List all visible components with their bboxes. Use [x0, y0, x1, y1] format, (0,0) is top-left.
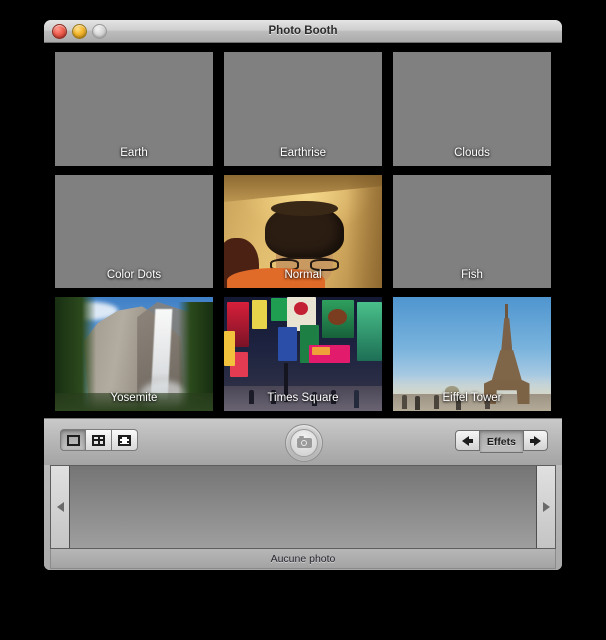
title-bar[interactable]: Photo Booth: [44, 20, 562, 43]
effect-tile-color-dots[interactable]: Color Dots: [54, 173, 214, 290]
photo-tray: [50, 465, 556, 549]
shutter-inner: [290, 429, 318, 457]
effects-label: Effets: [479, 430, 523, 453]
previous-effects-page-button[interactable]: [454, 430, 480, 451]
photo-booth-window: Photo Booth Earth Earthrise Clouds Color…: [44, 20, 562, 570]
effects-grid-area: Earth Earthrise Clouds Color Dots Normal…: [44, 43, 562, 418]
effect-label: Eiffel Tower: [442, 391, 502, 404]
tray-content[interactable]: [70, 466, 536, 548]
four-up-mode-button[interactable]: [86, 429, 112, 451]
bottom-panel: Effets Aucune photo: [44, 418, 562, 570]
camera-icon: [296, 436, 312, 448]
shutter-button[interactable]: [285, 424, 323, 462]
effect-label: Earth: [120, 146, 148, 159]
effect-label: Normal: [284, 269, 322, 282]
effect-tile-fish[interactable]: Fish: [392, 173, 552, 290]
arrow-right-icon: [530, 435, 541, 446]
filmstrip-icon: [118, 434, 131, 446]
effect-label: Earthrise: [279, 146, 327, 159]
effect-tile-earth[interactable]: Earth: [54, 51, 214, 167]
effects-grid: Earth Earthrise Clouds Color Dots Normal…: [54, 51, 552, 412]
tray-scroll-right-button[interactable]: [536, 466, 555, 548]
single-frame-icon: [66, 434, 80, 446]
minimize-button[interactable]: [72, 24, 87, 39]
arrow-left-icon: [461, 435, 473, 446]
triangle-left-icon: [56, 502, 64, 512]
status-bar: Aucune photo: [50, 549, 556, 569]
triangle-right-icon: [542, 502, 550, 512]
movie-mode-button[interactable]: [112, 429, 138, 451]
effects-control-group: Effets: [454, 430, 548, 453]
window-controls: [52, 24, 107, 39]
effect-label: Clouds: [454, 146, 490, 159]
next-effects-page-button[interactable]: [523, 430, 548, 451]
effect-tile-yosemite[interactable]: Yosemite: [54, 296, 214, 412]
status-text: Aucune photo: [270, 552, 336, 565]
effect-label: Times Square: [267, 391, 339, 404]
window-title: Photo Booth: [268, 25, 338, 37]
effect-label: Color Dots: [106, 269, 162, 282]
effect-tile-earthrise[interactable]: Earthrise: [223, 51, 383, 167]
close-button[interactable]: [52, 24, 67, 39]
effect-label: Fish: [461, 269, 483, 282]
effect-label: Yosemite: [110, 391, 158, 404]
tray-scroll-left-button[interactable]: [51, 466, 70, 548]
grid-icon: [92, 434, 105, 446]
effect-tile-normal[interactable]: Normal: [223, 173, 383, 290]
mode-segmented-control: [60, 429, 138, 451]
toolbar: Effets: [44, 419, 562, 465]
zoom-button: [92, 24, 107, 39]
effect-tile-eiffel-tower[interactable]: Eiffel Tower: [392, 296, 552, 412]
single-photo-mode-button[interactable]: [60, 429, 86, 451]
effect-tile-clouds[interactable]: Clouds: [392, 51, 552, 167]
effect-tile-times-square[interactable]: Times Square: [223, 296, 383, 412]
